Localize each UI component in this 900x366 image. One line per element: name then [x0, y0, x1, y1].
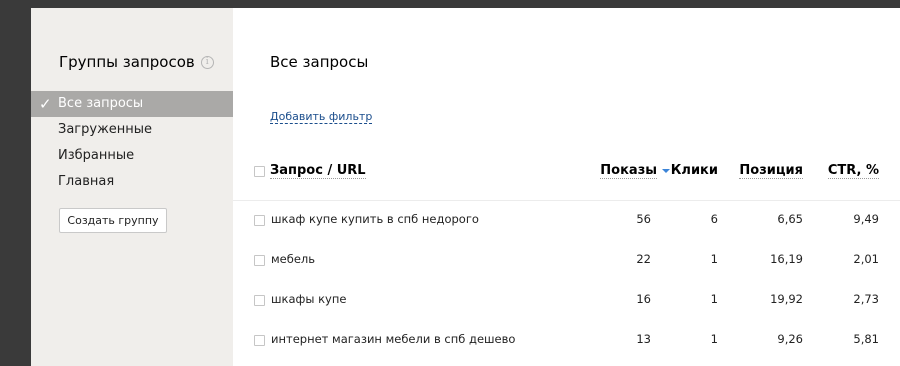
- row-checkbox[interactable]: [254, 215, 265, 226]
- column-header-shows[interactable]: Показы: [600, 163, 670, 179]
- sidebar-item-all-queries[interactable]: ✓ Все запросы: [31, 91, 233, 117]
- sidebar-list: ✓ Все запросы Загруженные Избранные Глав…: [31, 91, 233, 195]
- sidebar: Группы запросов i ✓ Все запросы Загружен…: [31, 8, 233, 366]
- shows-cell: 16: [636, 292, 651, 306]
- row-checkbox[interactable]: [254, 335, 265, 346]
- shows-cell: 13: [636, 332, 651, 346]
- sidebar-item-label: Избранные: [58, 148, 135, 163]
- query-cell[interactable]: шкафы купе: [271, 292, 346, 306]
- sidebar-item-main[interactable]: Главная: [31, 169, 233, 195]
- sidebar-item-label: Загруженные: [58, 122, 153, 137]
- header-divider: [233, 200, 900, 201]
- sidebar-title-text: Группы запросов: [59, 53, 195, 71]
- query-cell[interactable]: мебель: [271, 252, 315, 266]
- table-header: Запрос / URL Показы Клики Позиция CTR, %: [233, 163, 900, 185]
- main-panel: Все запросы Добавить фильтр Запрос / URL…: [233, 8, 900, 366]
- clicks-cell: 1: [710, 332, 718, 346]
- sidebar-item-label: Все запросы: [58, 96, 144, 111]
- sidebar-title: Группы запросов i: [59, 53, 214, 71]
- table-body: шкаф купе купить в спб недорого 56 6 6,6…: [233, 206, 900, 366]
- sidebar-item-uploaded[interactable]: Загруженные: [31, 117, 233, 143]
- column-header-position[interactable]: Позиция: [739, 163, 803, 179]
- table-row: интернет магазин мебели в спб дешево 13 …: [233, 326, 900, 366]
- table-row: шкаф купе купить в спб недорого 56 6 6,6…: [233, 206, 900, 246]
- row-checkbox[interactable]: [254, 255, 265, 266]
- shows-cell: 22: [636, 252, 651, 266]
- query-cell[interactable]: интернет магазин мебели в спб дешево: [271, 332, 515, 346]
- column-header-ctr[interactable]: CTR, %: [827, 163, 879, 179]
- shows-cell: 56: [636, 212, 651, 226]
- sidebar-item-favorites[interactable]: Избранные: [31, 143, 233, 169]
- sort-desc-icon: [662, 168, 670, 173]
- clicks-cell: 6: [710, 212, 718, 226]
- column-header-shows-label: Показы: [600, 163, 657, 179]
- query-cell[interactable]: шкаф купе купить в спб недорого: [271, 212, 479, 226]
- position-cell: 16,19: [770, 252, 803, 266]
- ctr-cell: 2,73: [853, 292, 879, 306]
- column-header-clicks[interactable]: Клики: [671, 163, 718, 178]
- row-checkbox[interactable]: [254, 295, 265, 306]
- ctr-cell: 9,49: [853, 212, 879, 226]
- position-cell: 19,92: [770, 292, 803, 306]
- column-header-query[interactable]: Запрос / URL: [270, 163, 366, 179]
- table-row: шкафы купе 16 1 19,92 2,73: [233, 286, 900, 326]
- create-group-button[interactable]: Создать группу: [59, 208, 167, 233]
- ctr-cell: 5,81: [853, 332, 879, 346]
- add-filter-link[interactable]: Добавить фильтр: [270, 110, 373, 124]
- ctr-cell: 2,01: [853, 252, 879, 266]
- page-title: Все запросы: [270, 53, 369, 71]
- sidebar-item-label: Главная: [58, 174, 115, 189]
- info-icon[interactable]: i: [200, 55, 214, 69]
- position-cell: 9,26: [777, 332, 803, 346]
- clicks-cell: 1: [710, 292, 718, 306]
- select-all-checkbox[interactable]: [254, 166, 265, 177]
- table-row: мебель 22 1 16,19 2,01: [233, 246, 900, 286]
- position-cell: 6,65: [777, 212, 803, 226]
- check-icon: ✓: [39, 95, 52, 113]
- clicks-cell: 1: [710, 252, 718, 266]
